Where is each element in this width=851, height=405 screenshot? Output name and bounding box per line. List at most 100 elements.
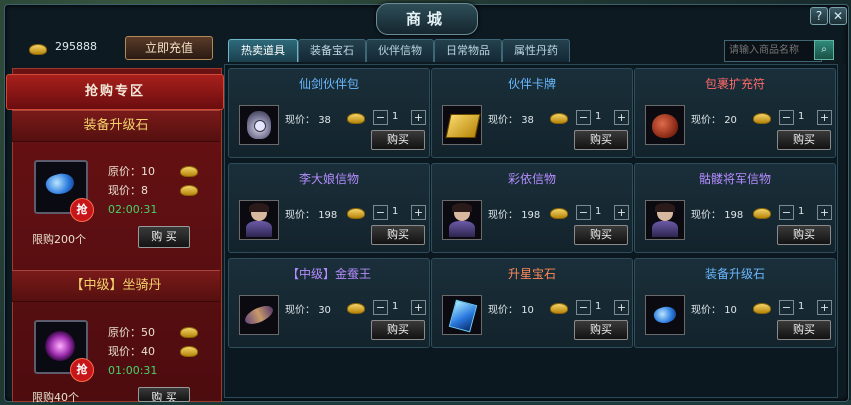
quantity-increase-button[interactable]: + xyxy=(817,205,832,220)
purchase-limit: 限购200个 xyxy=(32,233,86,246)
quantity-value: 1 xyxy=(595,301,602,312)
quantity-value: 1 xyxy=(798,301,805,312)
flash-sale-banner: 抢购专区 xyxy=(6,74,224,110)
gold-ingot-icon xyxy=(550,303,568,314)
flash-item-title: 装备升级石 xyxy=(12,110,220,142)
countdown-timer: 01:00:31 xyxy=(108,364,158,377)
quantity-decrease-button[interactable]: − xyxy=(373,110,388,125)
quantity-increase-button[interactable]: + xyxy=(411,110,426,125)
product-name: 彩依信物 xyxy=(507,172,556,186)
buy-button[interactable]: 购买 xyxy=(371,130,425,150)
countdown-timer: 02:00:31 xyxy=(108,203,158,216)
gold-ingot-icon xyxy=(180,346,198,357)
product-price: 现价： 20 xyxy=(691,111,737,126)
buy-button[interactable]: 购买 xyxy=(777,225,831,245)
quantity-decrease-button[interactable]: − xyxy=(373,300,388,315)
purple-orb-icon xyxy=(45,331,75,361)
quantity-value: 1 xyxy=(392,206,399,217)
price-value: 38 xyxy=(318,115,331,126)
quantity-increase-button[interactable]: + xyxy=(817,110,832,125)
quantity-increase-button[interactable]: + xyxy=(411,205,426,220)
quantity-value: 1 xyxy=(595,111,602,122)
price-value: 198 xyxy=(521,210,541,221)
quantity-decrease-button[interactable]: − xyxy=(779,300,794,315)
gold-value: 295888 xyxy=(55,40,97,53)
product-name: 升星宝石 xyxy=(507,267,556,281)
product-card: 包裹扩充符 现价： 20 −1 + 购买 xyxy=(634,68,836,158)
buy-button[interactable]: 购买 xyxy=(777,130,831,150)
quantity-decrease-button[interactable]: − xyxy=(373,205,388,220)
quantity-decrease-button[interactable]: − xyxy=(576,110,591,125)
product-price: 现价： 10 xyxy=(691,301,737,316)
portrait-icon[interactable] xyxy=(645,200,685,240)
pouch-icon[interactable] xyxy=(645,105,685,145)
quantity-increase-button[interactable]: + xyxy=(614,110,629,125)
tab-equipment-gems[interactable]: 装备宝石 xyxy=(298,39,366,62)
original-price: 原价：50 xyxy=(108,326,155,339)
gold-ingot-icon xyxy=(347,208,365,219)
quantity-value: 1 xyxy=(798,206,805,217)
quantity-increase-button[interactable]: + xyxy=(614,205,629,220)
window-title: 商城 xyxy=(376,3,478,35)
help-button[interactable]: ? xyxy=(810,7,828,25)
tab-partner-tokens[interactable]: 伙伴信物 xyxy=(366,39,434,62)
gold-ingot-icon xyxy=(180,327,198,338)
product-name: 装备升级石 xyxy=(704,267,765,281)
flash-buy-button[interactable]: 购 买 xyxy=(138,226,190,248)
purchase-limit: 限购40个 xyxy=(32,391,79,404)
card-deck-icon[interactable] xyxy=(442,105,482,145)
quantity-increase-button[interactable]: + xyxy=(614,300,629,315)
quantity-decrease-button[interactable]: − xyxy=(779,110,794,125)
flash-item-title: 【中级】坐骑丹 xyxy=(12,270,220,302)
buy-button[interactable]: 购买 xyxy=(371,225,425,245)
tab-attribute-pills[interactable]: 属性丹药 xyxy=(502,39,570,62)
current-price: 现价：8 xyxy=(108,184,148,197)
recharge-button[interactable]: 立即充值 xyxy=(125,36,213,60)
quantity-decrease-button[interactable]: − xyxy=(576,205,591,220)
buy-button[interactable]: 购买 xyxy=(371,320,425,340)
close-button[interactable]: ✕ xyxy=(829,7,847,25)
product-price: 现价： 198 xyxy=(285,206,337,221)
portrait-icon[interactable] xyxy=(239,200,279,240)
search-input[interactable] xyxy=(724,40,822,62)
product-name: 李大娘信物 xyxy=(298,172,359,186)
quantity-decrease-button[interactable]: − xyxy=(576,300,591,315)
quantity-increase-button[interactable]: + xyxy=(411,300,426,315)
product-price: 现价： 38 xyxy=(285,111,331,126)
quantity-increase-button[interactable]: + xyxy=(817,300,832,315)
portrait-icon[interactable] xyxy=(442,200,482,240)
gold-ingot-icon xyxy=(347,303,365,314)
blue-gem-icon[interactable] xyxy=(645,295,685,335)
product-card: 升星宝石现价： 10 −1 + 购买 xyxy=(431,258,633,348)
rush-badge: 抢 xyxy=(70,358,94,382)
bag-icon[interactable] xyxy=(239,105,279,145)
buy-button[interactable]: 购买 xyxy=(574,320,628,340)
gold-ingot-icon xyxy=(180,185,198,196)
blue-crystal-icon[interactable] xyxy=(442,295,482,335)
silkworm-icon[interactable] xyxy=(239,295,279,335)
buy-button[interactable]: 购买 xyxy=(574,225,628,245)
buy-button[interactable]: 购买 xyxy=(574,130,628,150)
buy-button[interactable]: 购买 xyxy=(777,320,831,340)
gold-ingot-icon xyxy=(347,113,365,124)
product-card: 骷髅将军信物 现价： 198 −1 + 购买 xyxy=(634,163,836,253)
original-price: 原价：10 xyxy=(108,165,155,178)
price-label: 现价： xyxy=(691,210,721,221)
price-value: 198 xyxy=(318,210,338,221)
product-price: 现价： 10 xyxy=(488,301,534,316)
gold-ingot-icon xyxy=(29,44,47,55)
gold-ingot-icon xyxy=(550,113,568,124)
quantity-decrease-button[interactable]: − xyxy=(779,205,794,220)
product-name: 包裹扩充符 xyxy=(704,77,765,91)
gold-ingot-icon xyxy=(753,208,771,219)
price-label: 现价： xyxy=(488,210,518,221)
price-label: 现价： xyxy=(488,305,518,316)
tab-daily-items[interactable]: 日常物品 xyxy=(434,39,502,62)
price-label: 现价： xyxy=(285,210,315,221)
gold-ingot-icon xyxy=(753,113,771,124)
product-price: 现价： 198 xyxy=(488,206,540,221)
product-card: 彩依信物 现价： 198 −1 + 购买 xyxy=(431,163,633,253)
tab-hot-items[interactable]: 热卖道具 xyxy=(228,39,298,62)
scrollbar[interactable] xyxy=(838,64,846,396)
search-icon[interactable]: ⌕ xyxy=(814,40,834,60)
